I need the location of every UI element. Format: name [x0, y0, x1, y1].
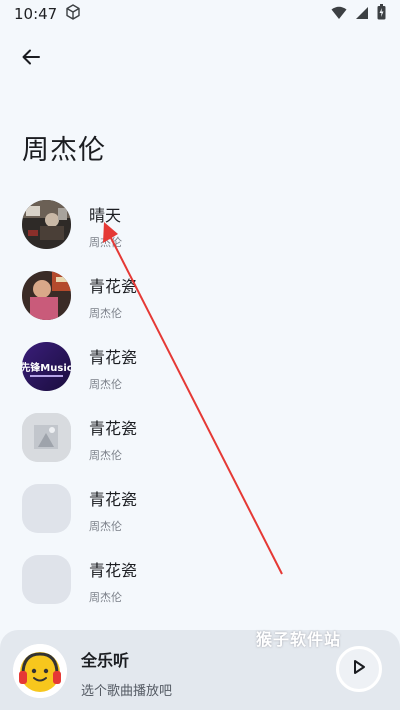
song-title: 青花瓷	[89, 348, 138, 367]
album-cover: 先锋Music	[22, 342, 71, 391]
status-bar: 10:47	[0, 0, 400, 28]
song-title: 青花瓷	[89, 277, 138, 296]
album-cover	[22, 200, 71, 249]
status-right	[331, 4, 386, 24]
player-logo	[13, 644, 67, 698]
album-cover-placeholder	[22, 555, 71, 604]
song-title: 晴天	[89, 206, 122, 225]
song-item[interactable]: 青花瓷 周杰伦	[0, 263, 400, 334]
song-artist: 周杰伦	[89, 236, 122, 249]
song-artist: 周杰伦	[89, 307, 122, 320]
play-icon	[352, 659, 366, 679]
wifi-icon	[331, 5, 347, 24]
album-cover	[22, 413, 71, 462]
player-title: 全乐听	[81, 651, 130, 670]
song-title: 青花瓷	[89, 561, 138, 580]
song-item[interactable]: 青花瓷 周杰伦	[0, 476, 400, 547]
cube-icon	[65, 4, 81, 24]
battery-icon	[377, 4, 386, 24]
song-item[interactable]: 青花瓷 周杰伦	[0, 547, 400, 618]
song-artist: 周杰伦	[89, 378, 122, 391]
watermark: 猴子软件站	[256, 630, 342, 649]
status-left: 10:47	[14, 4, 81, 24]
album-cover	[22, 271, 71, 320]
arrow-left-icon	[21, 47, 41, 71]
signal-icon	[355, 5, 369, 24]
page-title: 周杰伦	[22, 135, 106, 166]
song-title: 青花瓷	[89, 490, 138, 509]
back-button[interactable]	[14, 42, 48, 76]
album-cover-placeholder	[22, 484, 71, 533]
song-item[interactable]: 晴天 周杰伦	[0, 192, 400, 263]
song-title: 青花瓷	[89, 419, 138, 438]
cover-logo-text: 先锋Music	[22, 361, 71, 374]
song-item[interactable]: 青花瓷 周杰伦	[0, 405, 400, 476]
player-subtitle: 选个歌曲播放吧	[81, 684, 173, 699]
song-item[interactable]: 先锋Music 青花瓷 周杰伦	[0, 334, 400, 405]
status-time: 10:47	[14, 5, 58, 23]
song-artist: 周杰伦	[89, 591, 122, 604]
song-artist: 周杰伦	[89, 520, 122, 533]
song-artist: 周杰伦	[89, 449, 122, 462]
play-button[interactable]	[336, 646, 382, 692]
